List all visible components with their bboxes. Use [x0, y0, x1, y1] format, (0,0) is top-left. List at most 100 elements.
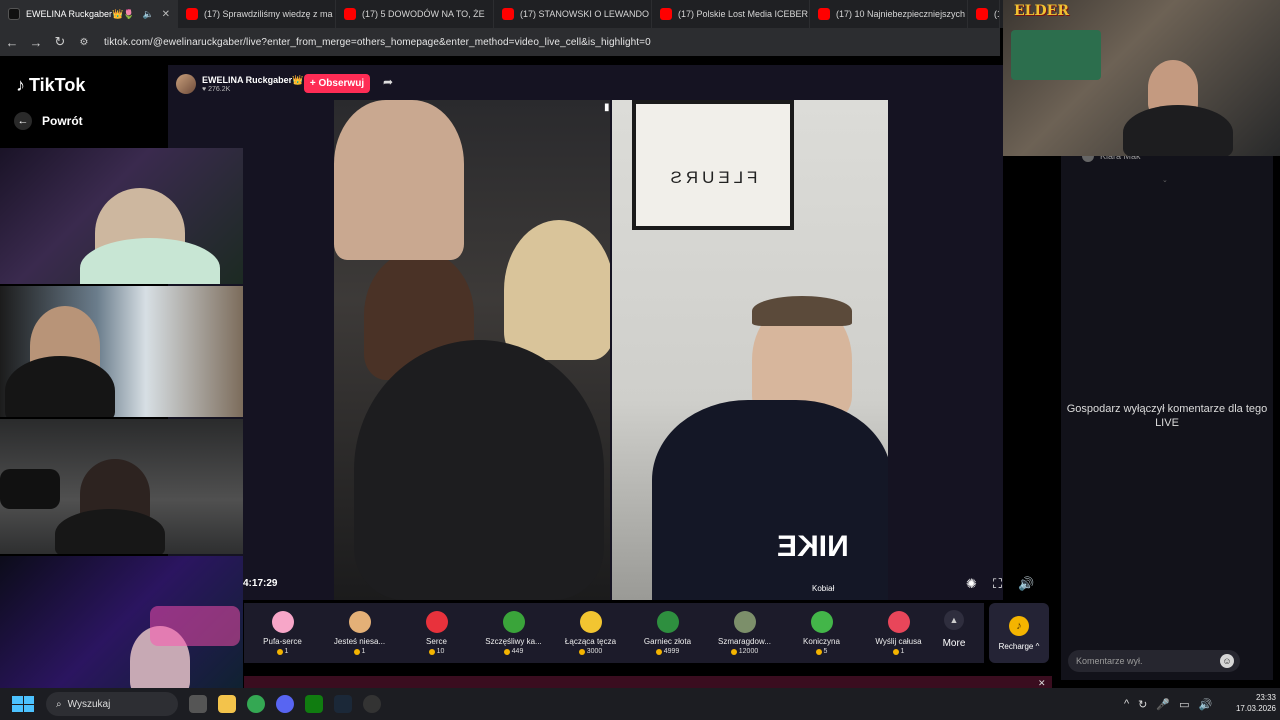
gift-name: Garniec złota — [643, 637, 692, 646]
gift-item[interactable]: Garniec złota 4999 — [629, 611, 706, 655]
shirt — [5, 356, 115, 417]
gift-item[interactable]: Pufa-serce 1 — [244, 611, 321, 655]
taskbar-clock[interactable]: 23:33 17.03.2026 — [1224, 692, 1276, 714]
gift-price-value: 5 — [823, 648, 828, 655]
gift-name: Serce — [426, 637, 447, 646]
discord-icon[interactable] — [276, 695, 294, 713]
chevron-up-icon[interactable]: ^ — [1124, 698, 1129, 710]
share-icon[interactable]: ➦ — [383, 75, 393, 89]
emoji-icon[interactable]: ☺ — [1220, 654, 1234, 668]
rainbow-icon — [579, 611, 602, 633]
neon-light — [150, 606, 240, 646]
tab-label: EWELINA Ruckgaber👑🌷 — [26, 8, 135, 19]
back-arrow-icon[interactable]: ← — [0, 35, 24, 50]
close-icon[interactable]: ✕ — [485, 9, 494, 20]
sync-icon[interactable]: ↻ — [1138, 698, 1147, 711]
search-icon: ⌕ — [56, 698, 62, 710]
tab-youtube-1[interactable]: (17) Sprawdziliśmy wiedzę z ma ✕ — [178, 0, 336, 28]
shirt — [55, 509, 165, 554]
gift-item[interactable]: Koniczyna 5 — [783, 611, 860, 655]
fullscreen-icon[interactable]: ⛶ — [993, 576, 1002, 592]
chevron-down-icon[interactable]: ⌄ — [1162, 176, 1168, 184]
tab-youtube-4[interactable]: (17) Polskie Lost Media ICEBER ✕ — [652, 0, 810, 28]
coin-icon — [353, 648, 360, 655]
url-field[interactable]: tiktok.com/@ewelinaruckgaber/live?enter_… — [104, 37, 651, 48]
settings-icon[interactable]: ✺ — [966, 576, 977, 592]
gift-name: Szczęśliwy ka... — [485, 637, 542, 646]
tiktok-logo[interactable]: ♪ TikTok — [16, 75, 85, 96]
tab-label: (17) Sprawdziliśmy wiedzę z ma — [204, 9, 333, 19]
gift-price: 10 — [428, 648, 445, 655]
tab-youtube-5[interactable]: (17) 10 Najniebezpieczniejszych ✕ — [810, 0, 968, 28]
gift-price: 1 — [353, 648, 366, 655]
gift-price-value: 12000 — [738, 648, 759, 655]
tab-youtube-2[interactable]: (17) 5 DOWODÓW NA TO, ŻE ✕ — [336, 0, 494, 28]
comment-input[interactable]: Komentarze wył. ☺ — [1068, 650, 1240, 672]
gift-item[interactable]: Serce 10 — [398, 611, 475, 655]
gift-item[interactable]: Szmaragdow... 12000 — [706, 611, 783, 655]
volume-icon[interactable]: 🔊 — [1199, 698, 1213, 711]
gift-price: 1 — [276, 648, 288, 655]
gift-name: Szmaragdow... — [718, 637, 771, 646]
nike-logo: NIKE — [777, 530, 849, 563]
tab-youtube-3[interactable]: (17) STANOWSKI O LEWANDO ✕ — [494, 0, 652, 28]
hoodie — [652, 400, 888, 600]
speaker-icon[interactable]: 🔈 — [142, 9, 153, 20]
leprechaun-hat-icon — [502, 611, 525, 633]
steam-icon[interactable] — [334, 695, 352, 713]
wall-poster — [632, 100, 794, 230]
back-button[interactable]: ← Powrót — [14, 112, 83, 130]
pot-of-gold-icon — [656, 611, 679, 633]
video-feed-left[interactable]: ▮▮▮ — [334, 100, 610, 600]
more-gifts-button[interactable]: ▲ More — [934, 610, 974, 649]
file-explorer-icon[interactable] — [218, 695, 236, 713]
gift-price-value: 1 — [900, 648, 905, 655]
chrome-icon[interactable] — [247, 695, 265, 713]
emerald-gate-icon — [733, 611, 756, 633]
streamer-webcam — [1003, 0, 1280, 156]
volume-icon[interactable]: 🔊 — [1018, 576, 1034, 592]
tiktok-note-icon: ♪ — [16, 75, 25, 95]
heart-pillow-icon — [271, 611, 294, 633]
promo-banner[interactable] — [244, 676, 1052, 688]
gift-price-value: 10 — [436, 648, 445, 655]
tiktok-sidebar — [0, 56, 168, 148]
youtube-icon — [186, 8, 198, 20]
site-info-icon[interactable]: ⚙ — [72, 37, 96, 48]
windows-taskbar: ⌕ Wyszukaj — [0, 688, 1280, 720]
host-name[interactable]: EWELINA Ruckgaber👑 – — [202, 75, 311, 86]
arrow-left-icon: ← — [14, 112, 32, 130]
tab-youtube-6[interactable]: (1 — [968, 0, 1000, 28]
gift-price-value: 1 — [361, 648, 366, 655]
more-label: More — [942, 638, 966, 649]
gift-price: 5 — [815, 648, 828, 655]
gift-item[interactable]: Wyślij całusa 1 — [860, 611, 937, 655]
microphone-icon[interactable]: 🎤 — [1156, 698, 1170, 711]
audio-bars-icon[interactable]: ▮▮▮ — [604, 102, 610, 113]
task-view-icon[interactable] — [189, 695, 207, 713]
taskbar-search[interactable]: ⌕ Wyszukaj — [46, 692, 178, 716]
watermark: Kobiał — [812, 584, 835, 593]
reload-icon[interactable]: ↻ — [48, 34, 72, 50]
forward-arrow-icon[interactable]: → — [24, 35, 48, 50]
avatar[interactable] — [176, 74, 196, 94]
poster-text: FLEURS — [666, 168, 758, 187]
gift-item[interactable]: Łącząca tęcza 3000 — [552, 611, 629, 655]
gift-item[interactable]: Szczęśliwy ka... 449 — [475, 611, 552, 655]
gift-item[interactable]: Jesteś niesa... 1 — [321, 611, 398, 655]
webcam-feed-1 — [0, 148, 243, 284]
webcam-feed-2 — [0, 286, 243, 417]
display-icon[interactable]: ▭ — [1179, 698, 1189, 711]
recharge-button[interactable]: ♪ Recharge ^ — [989, 603, 1049, 663]
close-icon[interactable]: ✕ — [154, 9, 170, 20]
webcam-feed-4 — [0, 556, 243, 690]
address-bar: ← → ↻ ⚙ tiktok.com/@ewelinaruckgaber/liv… — [0, 28, 1000, 56]
coin-icon — [730, 648, 737, 655]
obs-icon[interactable] — [363, 695, 381, 713]
xbox-icon[interactable] — [305, 695, 323, 713]
follow-button[interactable]: + Obserwuj — [304, 74, 370, 93]
shirt — [1123, 105, 1233, 156]
chevron-up-icon: ▲ — [944, 610, 964, 630]
windows-start-icon[interactable] — [12, 696, 34, 712]
tab-tiktok-live[interactable]: EWELINA Ruckgaber👑🌷 🔈 ✕ — [0, 0, 178, 28]
